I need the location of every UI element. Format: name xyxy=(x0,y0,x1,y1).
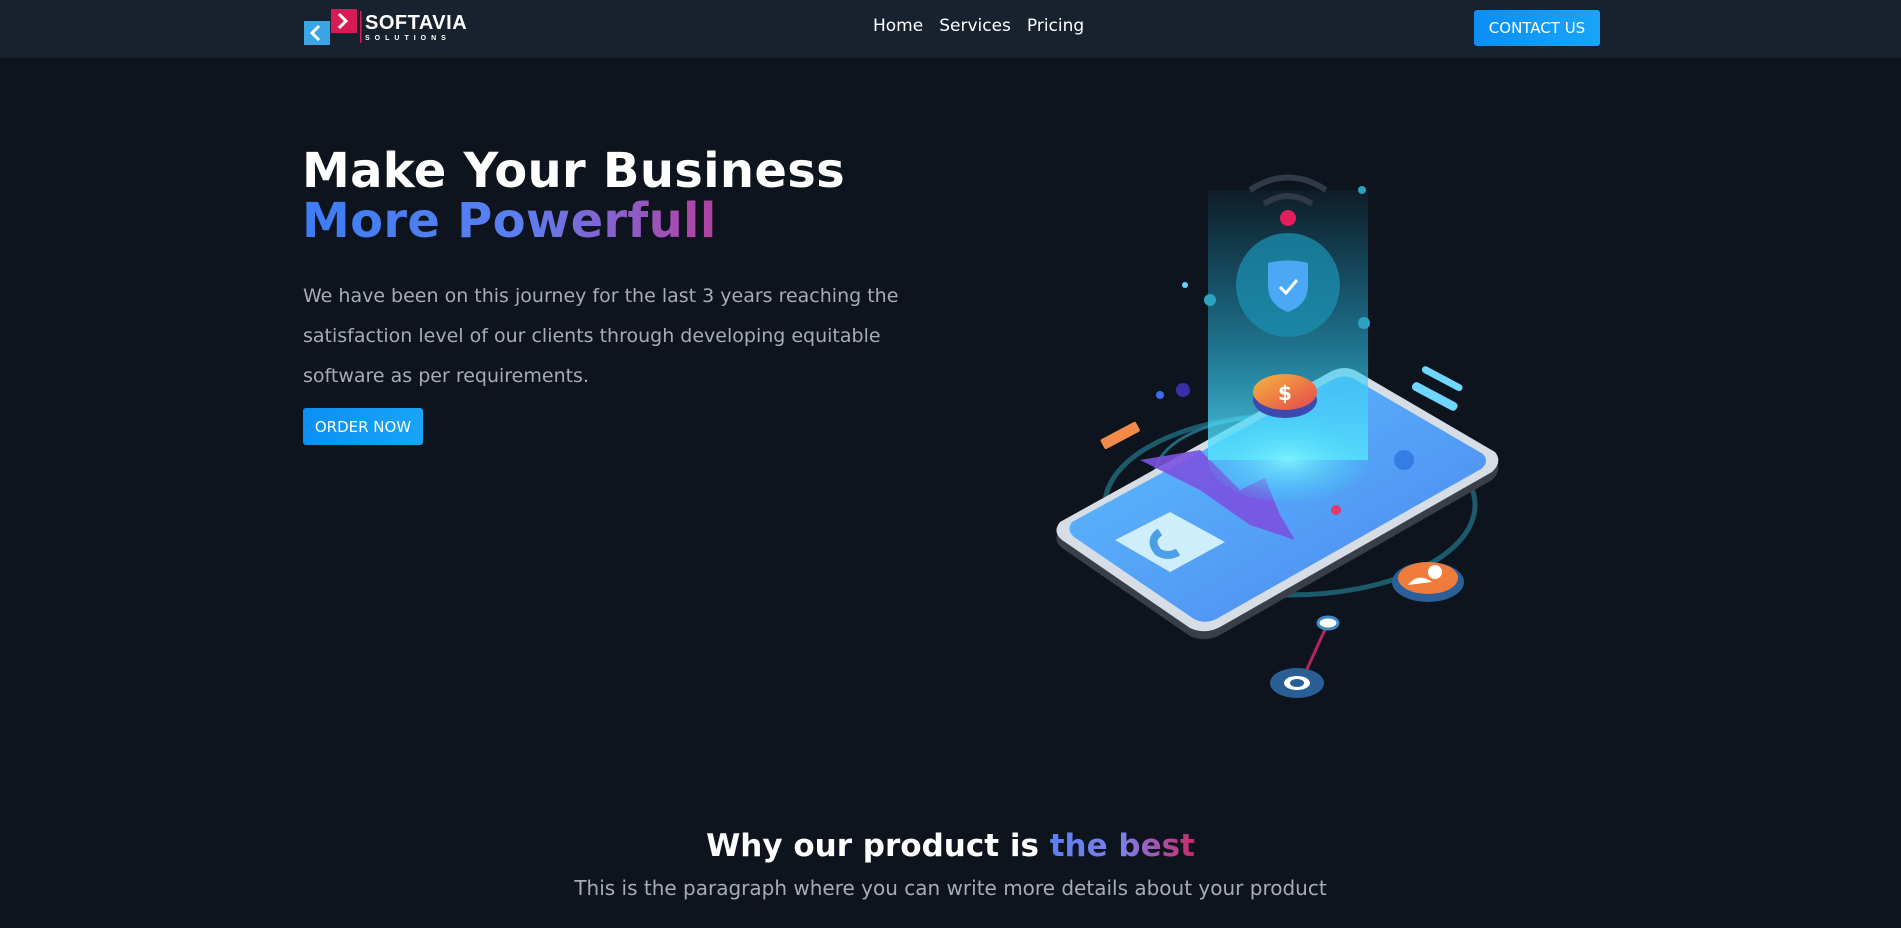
contact-us-button[interactable]: CONTACT US xyxy=(1474,10,1600,46)
features-title-prefix: Why our product is xyxy=(706,828,1039,864)
code-brackets-logo-icon xyxy=(304,9,362,45)
nav-link-home[interactable]: Home xyxy=(873,16,923,36)
hero-title: Make Your Business More Powerfull xyxy=(302,146,845,246)
dollar-coin-icon: $ xyxy=(1253,374,1317,418)
brand-logo[interactable]: SOFTAVIA SOLUTIONS xyxy=(304,9,468,49)
hero-title-line1: Make Your Business xyxy=(302,143,845,199)
svg-text:$: $ xyxy=(1278,381,1292,405)
brand-name: SOFTAVIA xyxy=(365,12,468,34)
navbar: SOFTAVIA SOLUTIONS Home Services Pricing… xyxy=(0,0,1901,58)
features-title-accent: the best xyxy=(1049,828,1195,864)
location-pin-icon xyxy=(1270,615,1340,698)
nav-link-services[interactable]: Services xyxy=(939,16,1011,36)
glow-base xyxy=(1208,418,1368,502)
order-now-button[interactable]: ORDER NOW xyxy=(303,408,423,445)
brand-tagline: SOLUTIONS xyxy=(365,35,451,42)
hero-title-line2: More Powerfull xyxy=(302,196,845,246)
features-title: Why our product is the best xyxy=(0,828,1901,864)
features-subtitle: This is the paragraph where you can writ… xyxy=(574,876,1327,900)
shield-check-icon xyxy=(1236,233,1340,337)
user-avatar-icon xyxy=(1392,562,1464,602)
hero-illustration: $ xyxy=(1040,160,1520,720)
nav-link-pricing[interactable]: Pricing xyxy=(1027,16,1084,36)
main-nav: Home Services Pricing xyxy=(873,16,1084,36)
hero-description: We have been on this journey for the las… xyxy=(303,285,899,387)
